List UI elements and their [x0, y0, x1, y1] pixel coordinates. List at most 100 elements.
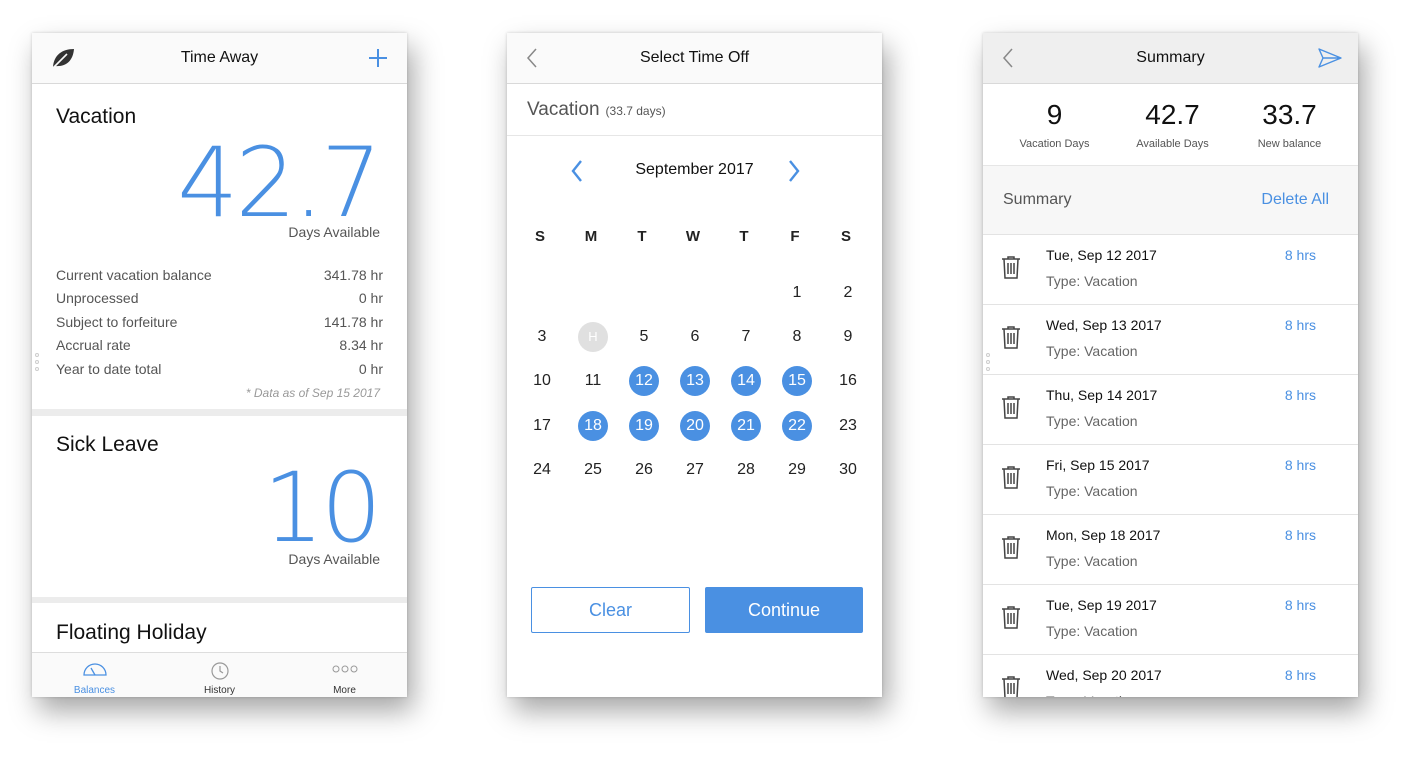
calendar-day[interactable]: 6: [680, 322, 710, 352]
list-item[interactable]: Wed, Sep 13 2017 Type: Vacation 8 hrs: [983, 304, 1358, 374]
leave-type-days: (33.7 days): [605, 104, 666, 118]
row-value: 0 hr: [358, 290, 383, 306]
calendar-day[interactable]: 12: [629, 366, 659, 396]
stat-value: 9: [1046, 99, 1063, 130]
sick-days-value: 10: [262, 452, 382, 564]
calendar-day[interactable]: 14: [731, 366, 761, 396]
summary-section-label: Summary: [1003, 191, 1072, 208]
item-date: Wed, Sep 20 2017: [1046, 667, 1162, 683]
calendar-day-holiday[interactable]: H: [578, 322, 608, 352]
days-available-label: Days Available: [288, 224, 380, 240]
calendar-day[interactable]: 29: [782, 455, 812, 485]
item-type: Type: Vacation: [1046, 343, 1138, 359]
trash-icon[interactable]: [1001, 675, 1021, 697]
item-date: Wed, Sep 13 2017: [1046, 317, 1162, 333]
calendar-day[interactable]: 1: [782, 278, 812, 308]
calendar-day[interactable]: 2: [833, 278, 863, 308]
calendar-day[interactable]: 3: [527, 322, 557, 352]
calendar-day[interactable]: 18: [578, 411, 608, 441]
calendar-day[interactable]: 22: [782, 411, 812, 441]
list-item[interactable]: Thu, Sep 14 2017 Type: Vacation 8 hrs: [983, 374, 1358, 444]
sick-leave-card[interactable]: Sick Leave 10 Days Available: [32, 416, 407, 597]
calendar-day[interactable]: 11: [578, 366, 608, 396]
item-hours: 8 hrs: [1284, 457, 1316, 473]
item-hours: 8 hrs: [1284, 527, 1316, 543]
balances-scroll[interactable]: Vacation 42.7 Days Available Current vac…: [32, 85, 407, 652]
item-type: Type: Vacation: [1046, 623, 1138, 639]
calendar-day[interactable]: 24: [527, 455, 557, 485]
item-type: Type: Vacation: [1046, 483, 1138, 499]
weekday-label: S: [534, 228, 545, 245]
continue-button[interactable]: Continue: [705, 587, 863, 633]
calendar-day[interactable]: 15: [782, 366, 812, 396]
list-item[interactable]: Wed, Sep 20 2017 Type: Vacation 8 hrs: [983, 654, 1358, 697]
weekday-label: F: [790, 228, 800, 245]
calendar-day[interactable]: 27: [680, 455, 710, 485]
calendar-day[interactable]: 26: [629, 455, 659, 485]
select-nav-bar: Select Time Off: [507, 33, 882, 84]
tab-label: More: [333, 685, 356, 696]
card-title: Sick Leave: [56, 433, 159, 456]
balances-screen: Time Away Vacation 42.7 Days Available C…: [32, 33, 407, 697]
item-hours: 8 hrs: [1284, 247, 1316, 263]
scroll-indicator: [35, 353, 41, 374]
page-title: Select Time Off: [639, 49, 750, 66]
calendar-day[interactable]: 16: [833, 366, 863, 396]
card-title: Floating Holiday: [56, 621, 207, 644]
list-item[interactable]: Tue, Sep 12 2017 Type: Vacation 8 hrs: [983, 234, 1358, 304]
stat-available-days: 42.7 Available Days: [1110, 99, 1235, 150]
row-label: Subject to forfeiture: [56, 314, 178, 330]
vacation-card[interactable]: Vacation 42.7 Days Available Current vac…: [32, 85, 407, 409]
item-date: Fri, Sep 15 2017: [1046, 457, 1150, 473]
weekday-label: M: [584, 228, 598, 245]
card-title: Vacation: [56, 105, 137, 128]
clear-button[interactable]: Clear: [531, 587, 690, 633]
calendar-day[interactable]: 9: [833, 322, 863, 352]
tab-balances[interactable]: Balances: [32, 653, 157, 697]
stat-label: Available Days: [1136, 138, 1209, 150]
tab-more[interactable]: More: [282, 653, 407, 697]
calendar-day[interactable]: 30: [833, 455, 863, 485]
delete-all-button[interactable]: Delete All: [1261, 191, 1329, 209]
item-date: Tue, Sep 12 2017: [1046, 247, 1157, 263]
list-item[interactable]: Mon, Sep 18 2017 Type: Vacation 8 hrs: [983, 514, 1358, 584]
list-item[interactable]: Tue, Sep 19 2017 Type: Vacation 8 hrs: [983, 584, 1358, 654]
calendar-day[interactable]: 5: [629, 322, 659, 352]
scroll-indicator: [986, 353, 992, 374]
trash-icon[interactable]: [1001, 325, 1021, 354]
stat-value: 33.7: [1262, 99, 1317, 130]
calendar-day[interactable]: 7: [731, 322, 761, 352]
leave-type-label: Vacation: [527, 99, 600, 120]
item-hours: 8 hrs: [1284, 317, 1316, 333]
trash-icon[interactable]: [1001, 535, 1021, 564]
calendar-day[interactable]: 19: [629, 411, 659, 441]
balance-row: Subject to forfeiture 141.78 hr: [56, 314, 383, 336]
calendar-day[interactable]: 20: [680, 411, 710, 441]
calendar-day[interactable]: 13: [680, 366, 710, 396]
next-month-icon[interactable]: [786, 157, 802, 190]
stat-label: New balance: [1257, 138, 1322, 150]
calendar-day[interactable]: 28: [731, 455, 761, 485]
trash-icon[interactable]: [1001, 605, 1021, 634]
gauge-icon: [82, 661, 108, 682]
add-icon[interactable]: [367, 46, 389, 75]
tab-history[interactable]: History: [157, 653, 282, 697]
calendar-day[interactable]: 10: [527, 366, 557, 396]
calendar-day[interactable]: 17: [527, 411, 557, 441]
floating-holiday-card[interactable]: Floating Holiday: [32, 603, 407, 652]
calendar-day[interactable]: 23: [833, 411, 863, 441]
calendar-day[interactable]: 25: [578, 455, 608, 485]
trash-icon[interactable]: [1001, 395, 1021, 424]
list-item[interactable]: Fri, Sep 15 2017 Type: Vacation 8 hrs: [983, 444, 1358, 514]
calendar-day[interactable]: 21: [731, 411, 761, 441]
trash-icon[interactable]: [1001, 465, 1021, 494]
trash-icon[interactable]: [1001, 255, 1021, 284]
calendar-day[interactable]: 8: [782, 322, 812, 352]
item-type: Type: Vacation: [1046, 413, 1138, 429]
item-date: Thu, Sep 14 2017: [1046, 387, 1158, 403]
send-icon[interactable]: [1316, 46, 1344, 75]
row-value: 141.78 hr: [323, 314, 383, 330]
row-value: 8.34 hr: [339, 337, 383, 353]
weekday-label: S: [840, 228, 851, 245]
weekday-label: T: [739, 228, 749, 245]
